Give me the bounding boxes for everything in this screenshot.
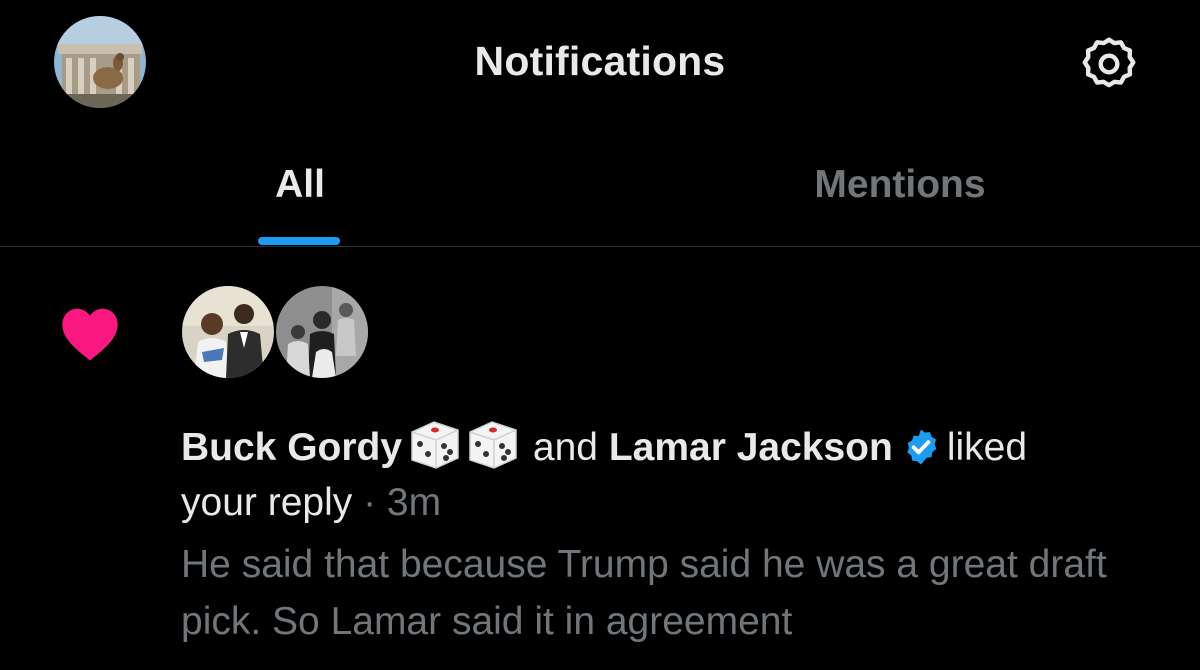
timestamp: 3m <box>386 481 442 524</box>
action-text: liked <box>946 426 1028 469</box>
settings-button[interactable] <box>1078 33 1140 95</box>
actor-name-lamar-jackson[interactable]: Lamar Jackson <box>609 426 893 469</box>
tab-mentions-label: Mentions <box>814 163 986 206</box>
meta-separator: · <box>363 481 377 524</box>
avatar-photo-icon <box>276 286 368 378</box>
connector-text: and <box>532 426 598 469</box>
actor-name-buck-gordy[interactable]: Buck Gordy <box>181 426 402 469</box>
notification-item[interactable]: Buck Gordy and Lamar Jackson liked your … <box>0 248 1200 670</box>
active-tab-indicator <box>258 237 340 245</box>
notification-tabs: All Mentions <box>0 125 1200 247</box>
object-text: your reply <box>181 481 353 524</box>
notification-text: Buck Gordy and Lamar Jackson liked your … <box>181 418 1171 530</box>
reply-preview-text: He said that because Trump said he was a… <box>181 543 1107 643</box>
verified-badge-icon <box>907 429 937 465</box>
tab-all[interactable]: All <box>0 125 600 247</box>
tab-mentions[interactable]: Mentions <box>600 125 1200 247</box>
dice-icon <box>469 421 517 469</box>
actor-avatar-lamar-jackson[interactable] <box>276 286 368 378</box>
top-header: Notifications <box>0 0 1200 125</box>
tab-all-label: All <box>275 163 325 206</box>
dice-icon <box>411 421 459 469</box>
actor-avatar-buck-gordy[interactable] <box>182 286 274 378</box>
heart-icon <box>62 308 118 361</box>
page-title: Notifications <box>474 38 726 84</box>
avatar-photo-icon <box>182 286 274 378</box>
gear-icon <box>1082 37 1136 88</box>
